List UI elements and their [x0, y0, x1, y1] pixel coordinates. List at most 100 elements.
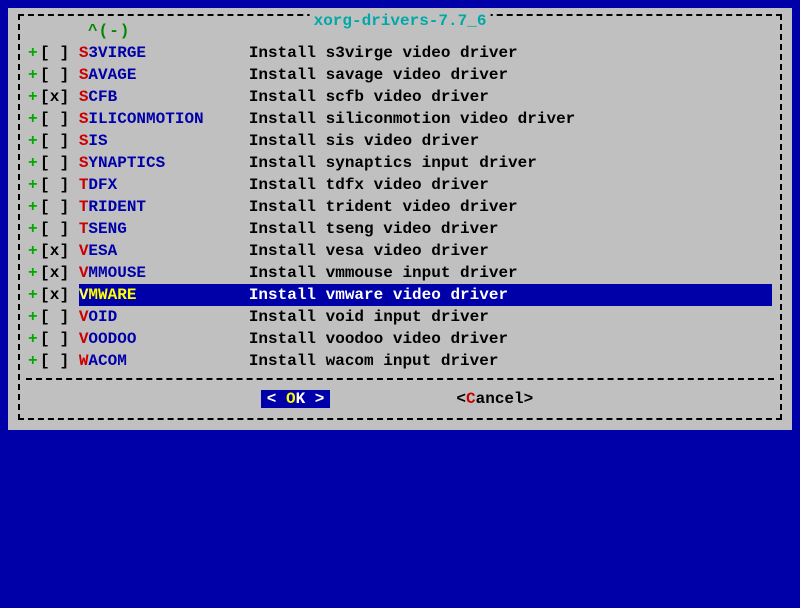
hotkey-char: V [79, 242, 89, 260]
option-row[interactable]: +[ ] VOODOOInstall voodoo video driver [28, 328, 772, 350]
option-row[interactable]: +[ ] SILICONMOTIONInstall siliconmotion … [28, 108, 772, 130]
option-name-rest: CFB [88, 88, 117, 106]
checkbox-mark[interactable] [50, 42, 60, 64]
option-description: Install wacom input driver [249, 350, 772, 372]
checkbox-mark[interactable]: x [50, 86, 60, 108]
hotkey-char: V [79, 308, 89, 326]
bracket-close: ] [60, 174, 79, 196]
plus-icon: + [28, 218, 40, 240]
option-name-rest: ILICONMOTION [88, 110, 203, 128]
option-description: Install voodoo video driver [249, 328, 772, 350]
bracket-close: ] [60, 262, 79, 284]
option-row[interactable]: +[x] SCFBInstall scfb video driver [28, 86, 772, 108]
checkbox-mark[interactable] [50, 174, 60, 196]
cancel-button[interactable]: <Cancel> [450, 390, 539, 408]
checkbox-mark[interactable] [50, 218, 60, 240]
button-bar: < OK > <Cancel> [28, 386, 772, 410]
option-name: SAVAGE [79, 64, 249, 86]
bracket-open: [ [40, 130, 50, 152]
option-name-rest: IS [88, 132, 107, 150]
ok-button[interactable]: < OK > [261, 390, 331, 408]
bracket-close: ] [60, 152, 79, 174]
option-name-rest: OID [88, 308, 117, 326]
option-description: Install tdfx video driver [249, 174, 772, 196]
option-row[interactable]: +[ ] VOIDInstall void input driver [28, 306, 772, 328]
hotkey-char: W [79, 352, 89, 370]
bracket-close: ] [60, 284, 79, 306]
hotkey-char: T [79, 176, 89, 194]
plus-icon: + [28, 108, 40, 130]
bracket-open: [ [40, 174, 50, 196]
option-row[interactable]: +[ ] TDFXInstall tdfx video driver [28, 174, 772, 196]
angle-left-icon: < [267, 390, 277, 408]
option-row[interactable]: +[ ] S3VIRGEInstall s3virge video driver [28, 42, 772, 64]
checkbox-mark[interactable] [50, 306, 60, 328]
option-row[interactable]: +[x] VMWAREInstall vmware video driver [28, 284, 772, 306]
option-name: VOID [79, 306, 249, 328]
option-name-rest: AVAGE [88, 66, 136, 84]
option-name: TSENG [79, 218, 249, 240]
option-list: +[ ] S3VIRGEInstall s3virge video driver… [28, 42, 772, 372]
bracket-open: [ [40, 262, 50, 284]
option-name: SYNAPTICS [79, 152, 249, 174]
option-row[interactable]: +[ ] SYNAPTICSInstall synaptics input dr… [28, 152, 772, 174]
bracket-close: ] [60, 306, 79, 328]
hotkey-char: S [79, 110, 89, 128]
dialog-title: xorg-drivers-7.7_6 [310, 12, 491, 30]
option-description: Install trident video driver [249, 196, 772, 218]
plus-icon: + [28, 328, 40, 350]
bracket-open: [ [40, 218, 50, 240]
bracket-close: ] [60, 240, 79, 262]
bracket-close: ] [60, 350, 79, 372]
option-name-rest: DFX [88, 176, 117, 194]
bracket-close: ] [60, 42, 79, 64]
angle-right-icon: > [315, 390, 325, 408]
option-description: Install vmmouse input driver [249, 262, 772, 284]
checkbox-mark[interactable]: x [50, 284, 60, 306]
bracket-open: [ [40, 328, 50, 350]
plus-icon: + [28, 284, 40, 306]
checkbox-mark[interactable] [50, 152, 60, 174]
option-row[interactable]: +[ ] SISInstall sis video driver [28, 130, 772, 152]
bracket-open: [ [40, 306, 50, 328]
plus-icon: + [28, 306, 40, 328]
option-row[interactable]: +[ ] TRIDENTInstall trident video driver [28, 196, 772, 218]
angle-left-icon: < [456, 390, 466, 408]
checkbox-mark[interactable] [50, 196, 60, 218]
bracket-open: [ [40, 196, 50, 218]
option-row[interactable]: +[x] VMMOUSEInstall vmmouse input driver [28, 262, 772, 284]
option-description: Install sis video driver [249, 130, 772, 152]
hotkey-char: S [79, 88, 89, 106]
bracket-open: [ [40, 86, 50, 108]
option-name-rest: 3VIRGE [88, 44, 146, 62]
checkbox-mark[interactable] [50, 108, 60, 130]
checkbox-mark[interactable]: x [50, 262, 60, 284]
checkbox-mark[interactable] [50, 328, 60, 350]
plus-icon: + [28, 86, 40, 108]
bracket-open: [ [40, 240, 50, 262]
option-name-rest: YNAPTICS [88, 154, 165, 172]
option-name: VESA [79, 240, 249, 262]
bracket-close: ] [60, 130, 79, 152]
hotkey-char: T [79, 198, 89, 216]
option-row[interactable]: +[ ] TSENGInstall tseng video driver [28, 218, 772, 240]
option-name: VOODOO [79, 328, 249, 350]
option-name: S3VIRGE [79, 42, 249, 64]
hotkey-char: V [79, 286, 89, 304]
checkbox-mark[interactable]: x [50, 240, 60, 262]
checkbox-mark[interactable] [50, 130, 60, 152]
plus-icon: + [28, 152, 40, 174]
bracket-open: [ [40, 350, 50, 372]
plus-icon: + [28, 240, 40, 262]
option-row[interactable]: +[ ] WACOMInstall wacom input driver [28, 350, 772, 372]
option-description: Install synaptics input driver [249, 152, 772, 174]
option-name: SILICONMOTION [79, 108, 249, 130]
angle-right-icon: > [524, 390, 534, 408]
option-row[interactable]: +[x] VESAInstall vesa video driver [28, 240, 772, 262]
checkbox-mark[interactable] [50, 64, 60, 86]
option-description: Install vesa video driver [249, 240, 772, 262]
option-name: VMMOUSE [79, 262, 249, 284]
checkbox-mark[interactable] [50, 350, 60, 372]
option-description: Install void input driver [249, 306, 772, 328]
option-row[interactable]: +[ ] SAVAGEInstall savage video driver [28, 64, 772, 86]
